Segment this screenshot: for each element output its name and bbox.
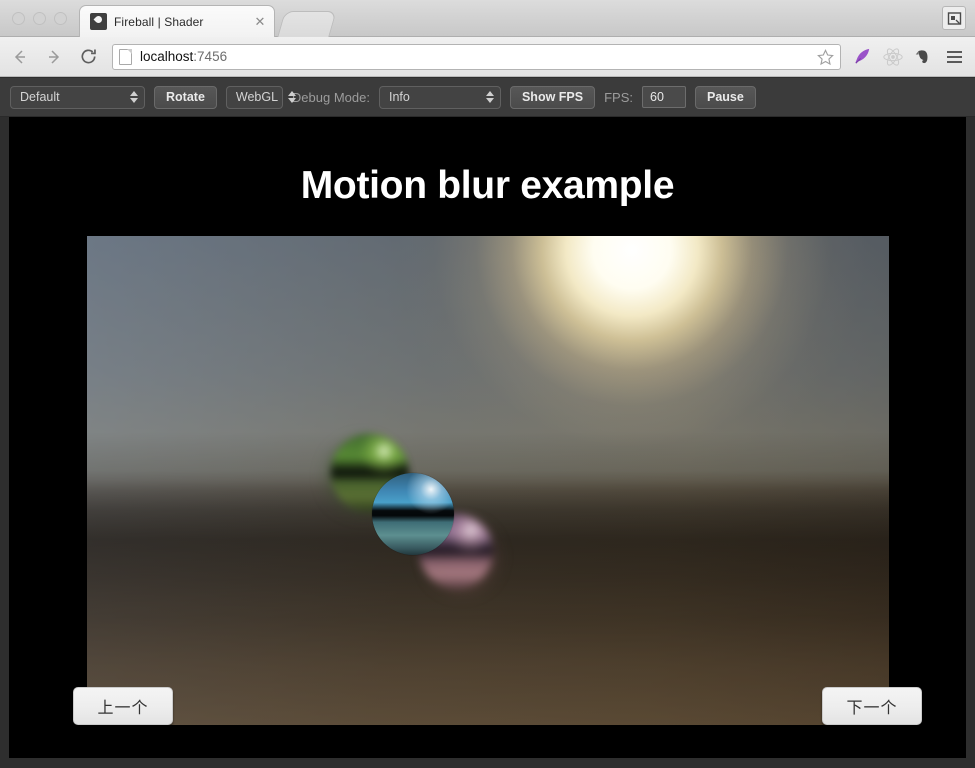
feather-icon[interactable] bbox=[849, 43, 876, 70]
url-host: localhost bbox=[140, 49, 194, 64]
renderer-select[interactable]: WebGL bbox=[225, 85, 297, 109]
show-fps-button[interactable]: Show FPS bbox=[509, 85, 596, 109]
chevron-updown-icon bbox=[120, 91, 138, 103]
debug-mode-value: Info bbox=[388, 90, 410, 104]
next-button[interactable]: 下一个 bbox=[822, 687, 922, 725]
page-content: Motion blur example 上一个 下一个 bbox=[9, 117, 966, 758]
chevron-updown-icon bbox=[476, 91, 494, 103]
window-traffic-lights bbox=[12, 12, 67, 25]
scene-select-value: Default bbox=[20, 90, 60, 104]
minimize-window-button[interactable] bbox=[33, 12, 46, 25]
window-capture-icon[interactable] bbox=[942, 6, 966, 30]
debug-mode-select[interactable]: Info bbox=[378, 85, 501, 109]
browser-nav-bar: localhost:7456 bbox=[0, 37, 975, 77]
page-title: Motion blur example bbox=[300, 164, 675, 207]
new-tab-button[interactable] bbox=[277, 11, 337, 37]
tab-strip: Fireball | Shader ✕ bbox=[0, 0, 975, 37]
rotate-button[interactable]: Rotate bbox=[154, 85, 217, 109]
pause-button[interactable]: Pause bbox=[695, 85, 756, 109]
star-icon[interactable] bbox=[816, 48, 835, 67]
arrow-right-icon[interactable] bbox=[40, 43, 68, 71]
zoom-window-button[interactable] bbox=[54, 12, 67, 25]
fireball-droplet-icon bbox=[90, 13, 107, 30]
scene-select[interactable]: Default bbox=[10, 85, 145, 109]
renderer-select-value: WebGL bbox=[235, 90, 279, 104]
browser-tab[interactable]: Fireball | Shader ✕ bbox=[79, 5, 275, 37]
address-bar[interactable]: localhost:7456 bbox=[112, 43, 841, 70]
close-window-button[interactable] bbox=[12, 12, 25, 25]
webgl-canvas[interactable] bbox=[87, 236, 889, 725]
address-bar-url: localhost:7456 bbox=[140, 49, 227, 64]
canvas-ground-tint bbox=[87, 236, 889, 725]
chevron-updown-icon bbox=[278, 91, 297, 103]
url-port: :7456 bbox=[193, 49, 228, 64]
fps-label: FPS: bbox=[604, 89, 633, 105]
evernote-elephant-icon[interactable] bbox=[909, 43, 936, 70]
sphere-blue bbox=[372, 473, 454, 555]
browser-window: Fireball | Shader ✕ localhost:7456 Defau… bbox=[0, 0, 975, 768]
debug-mode-label: Debug Mode: bbox=[291, 89, 370, 105]
hamburger-menu-icon[interactable] bbox=[939, 43, 969, 70]
reload-icon[interactable] bbox=[74, 43, 102, 71]
prev-button[interactable]: 上一个 bbox=[73, 687, 173, 725]
page-document-icon bbox=[119, 48, 132, 65]
tab-title: Fireball | Shader bbox=[114, 14, 204, 29]
react-atom-icon[interactable] bbox=[879, 43, 906, 70]
fps-input[interactable]: 60 bbox=[642, 86, 686, 108]
arrow-left-icon[interactable] bbox=[6, 43, 34, 71]
close-icon[interactable]: ✕ bbox=[252, 14, 268, 30]
app-toolbar: Default Rotate WebGL Debug Mode: Info Sh… bbox=[0, 78, 975, 117]
